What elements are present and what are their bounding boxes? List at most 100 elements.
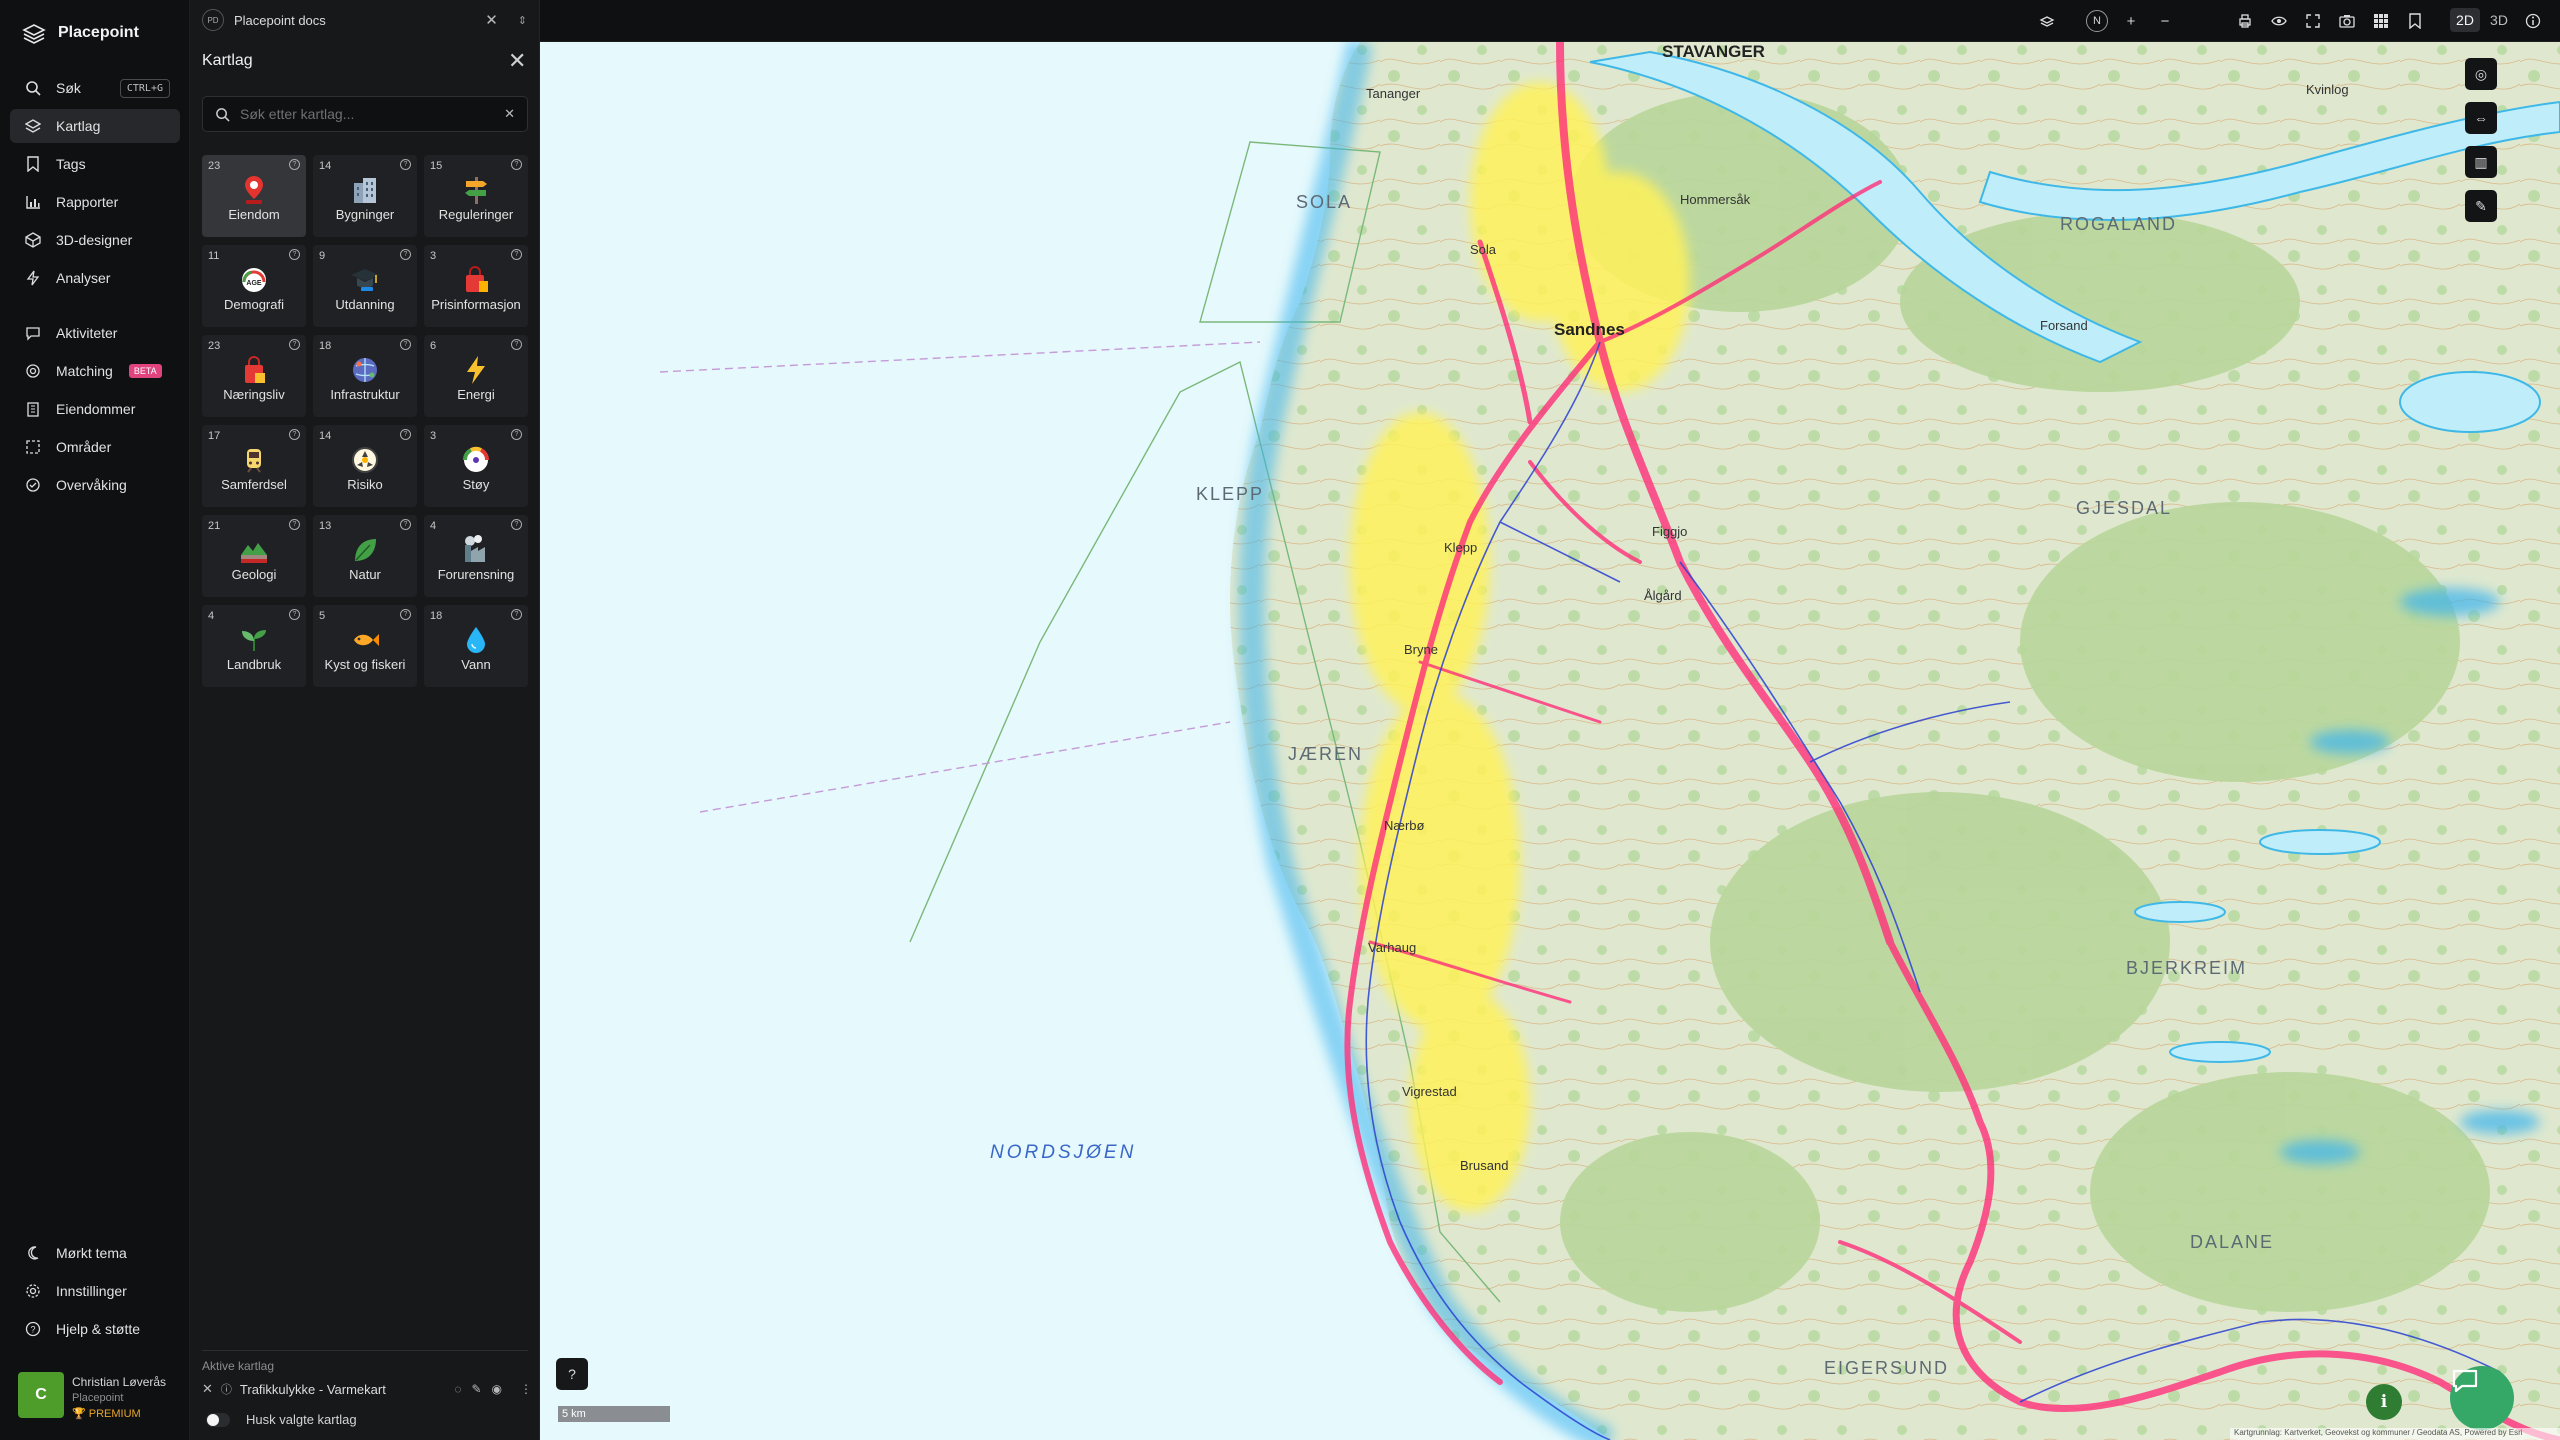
document-tab[interactable]: PD Placepoint docs ✕ ⇕ (202, 6, 527, 34)
category-naeringsliv[interactable]: 23 ? Næringsliv (202, 335, 306, 417)
category-bygninger[interactable]: 14 ? Bygninger (313, 155, 417, 237)
compass-icon[interactable]: N (2086, 10, 2108, 32)
info-icon[interactable]: ? (289, 429, 300, 440)
category-natur[interactable]: 13 ? Natur (313, 515, 417, 597)
more-options-icon[interactable]: ⋮ (520, 1382, 532, 1396)
map-tool-chart[interactable]: ▥ (2465, 146, 2497, 178)
nav-item-aktiviteter[interactable]: Aktiviteter (10, 316, 180, 350)
category-risiko[interactable]: 14 ? Risiko (313, 425, 417, 507)
nav-item-analyser[interactable]: Analyser (10, 261, 180, 295)
nav-item-rapporter[interactable]: Rapporter (10, 185, 180, 219)
info-icon[interactable]: ? (400, 429, 411, 440)
info-icon[interactable]: ? (400, 609, 411, 620)
category-energi[interactable]: 6 ? Energi (424, 335, 528, 417)
info-icon[interactable]: ? (511, 429, 522, 440)
category-count: 14 (319, 430, 332, 442)
info-icon[interactable]: ? (289, 249, 300, 260)
layer-search-input[interactable] (240, 106, 495, 122)
remove-layer-icon[interactable]: ✕ (202, 1381, 213, 1397)
map-help-button[interactable]: ? (556, 1358, 588, 1390)
remember-layers-toggle[interactable] (206, 1412, 230, 1427)
user-profile[interactable]: C Christian Løverås Placepoint 🏆 PREMIUM (18, 1372, 188, 1422)
category-vann[interactable]: 18 ? Vann (424, 605, 528, 687)
bookmark-icon[interactable] (2404, 10, 2426, 32)
info-icon[interactable]: ? (289, 519, 300, 530)
nav-item-search[interactable]: Søk CTRL+G (10, 71, 180, 105)
info-icon[interactable]: ? (289, 159, 300, 170)
mode-2d-toggle[interactable]: 2D (2450, 8, 2480, 32)
category-geologi[interactable]: 21 ? Geologi (202, 515, 306, 597)
remember-layers: Husk valgte kartlag (206, 1412, 357, 1427)
info-icon[interactable]: ? (400, 159, 411, 170)
place-label: GJESDAL (2076, 498, 2173, 518)
eye-icon[interactable] (2268, 10, 2290, 32)
info-icon[interactable]: ? (511, 249, 522, 260)
doc-title: Placepoint docs (234, 12, 326, 28)
clear-search-icon[interactable]: ✕ (504, 106, 515, 122)
info-icon[interactable]: ? (511, 519, 522, 530)
layer-info-icon[interactable]: ⓘ (221, 1381, 232, 1397)
edit-icon[interactable]: ✎ (471, 1382, 481, 1396)
support-chat-button[interactable] (2450, 1366, 2514, 1430)
category-stoy[interactable]: 3 ? Støy (424, 425, 528, 507)
nav-item-tags[interactable]: Tags (10, 147, 180, 181)
brand[interactable]: Placepoint (22, 20, 139, 46)
nav-item-matching[interactable]: Matching BETA (10, 354, 180, 388)
nav-item-omrader[interactable]: Områder (10, 430, 180, 464)
map-info-button[interactable]: i (2366, 1384, 2402, 1420)
nav-item-label: Rapporter (56, 194, 119, 210)
camera-icon[interactable] (2336, 10, 2358, 32)
chevron-updown-icon[interactable]: ⇕ (518, 14, 527, 27)
nav-item-dark-theme[interactable]: Mørkt tema (10, 1236, 180, 1270)
category-forurensning[interactable]: 4 ? Forurensning (424, 515, 528, 597)
bar-chart-icon (24, 193, 42, 211)
close-doc-icon[interactable]: ✕ (485, 11, 498, 29)
map-canvas[interactable]: STAVANGER Sandnes Sola SOLA KLEPP Klepp … (540, 42, 2560, 1440)
info-icon[interactable] (2522, 10, 2544, 32)
place-label: Varhaug (1368, 940, 1417, 955)
category-samferdsel[interactable]: 17 ? Samferdsel (202, 425, 306, 507)
category-reguleringer[interactable]: 15 ? Reguleringer (424, 155, 528, 237)
nav-item-kartlag[interactable]: Kartlag (10, 109, 180, 143)
nav-item-label: Matching (56, 363, 113, 379)
category-label: Geologi (231, 567, 277, 582)
category-kyst-og-fiskeri[interactable]: 5 ? Kyst og fiskeri (313, 605, 417, 687)
category-prisinformasjon[interactable]: 3 ? Prisinformasjon (424, 245, 528, 327)
info-icon[interactable]: ? (400, 249, 411, 260)
visibility-icon[interactable]: ◉ (492, 1382, 502, 1396)
info-icon[interactable]: ? (511, 159, 522, 170)
category-infrastruktur[interactable]: 18 ? Infrastruktur (313, 335, 417, 417)
category-demografi[interactable]: 11 ? AGE Demografi (202, 245, 306, 327)
nav-item-3d-designer[interactable]: 3D-designer (10, 223, 180, 257)
mode-3d-toggle[interactable]: 3D (2484, 8, 2514, 32)
info-icon[interactable]: ? (511, 609, 522, 620)
map-tool-draw[interactable]: ✎ (2465, 190, 2497, 222)
print-icon[interactable] (2234, 10, 2256, 32)
help-icon: ? (568, 1366, 576, 1382)
zoom-out-icon[interactable]: − (2154, 10, 2176, 32)
map-tool-measure[interactable]: ◎ (2465, 58, 2497, 90)
zoom-in-icon[interactable]: + (2120, 10, 2142, 32)
info-icon[interactable]: ? (400, 519, 411, 530)
nav-item-help[interactable]: ? Hjelp & støtte (10, 1312, 180, 1346)
active-layer-row: ✕ ⓘ Trafikkulykke - Varmekart ◌ ✎ ◉ ⋮ (202, 1378, 532, 1400)
info-icon[interactable]: ? (289, 609, 300, 620)
nav-item-settings[interactable]: Innstillinger (10, 1274, 180, 1308)
info-icon[interactable]: ? (289, 339, 300, 350)
opacity-icon[interactable]: ◌ (454, 1382, 461, 1396)
grid-icon[interactable] (2370, 10, 2392, 32)
category-eiendom[interactable]: 23 ? Eiendom (202, 155, 306, 237)
category-count: 9 (319, 250, 326, 262)
nav-item-overvaking[interactable]: Overvåking (10, 468, 180, 502)
close-icon[interactable]: ✕ (508, 48, 526, 74)
nav-item-eiendommer[interactable]: Eiendommer (10, 392, 180, 426)
svg-text:?: ? (30, 1325, 35, 1335)
info-icon[interactable]: ? (400, 339, 411, 350)
category-count: 3 (430, 430, 437, 442)
category-utdanning[interactable]: 9 ? Utdanning (313, 245, 417, 327)
layers-stack-icon[interactable] (2036, 10, 2058, 32)
fullscreen-icon[interactable] (2302, 10, 2324, 32)
map-tool-ruler[interactable]: ⇔ (2465, 102, 2497, 134)
category-landbruk[interactable]: 4 ? Landbruk (202, 605, 306, 687)
info-icon[interactable]: ? (511, 339, 522, 350)
